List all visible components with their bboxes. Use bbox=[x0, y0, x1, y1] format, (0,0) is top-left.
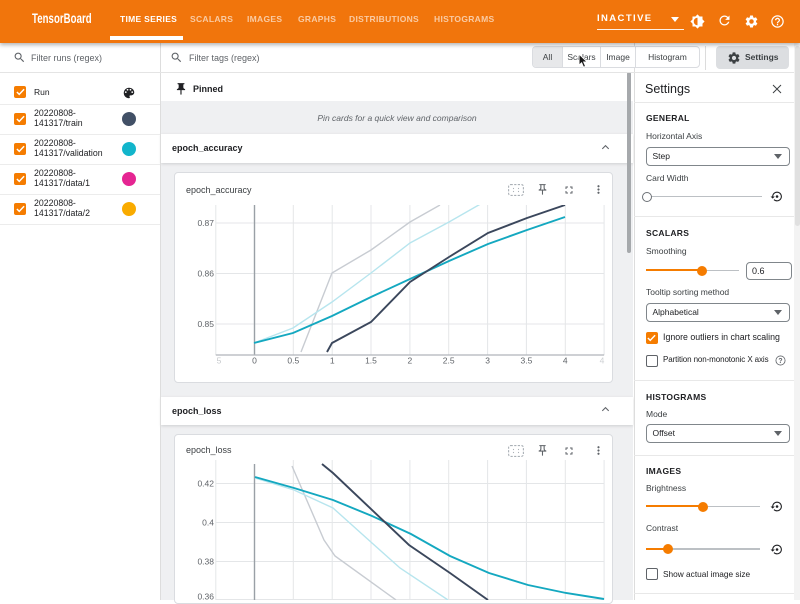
svg-text:2.5: 2.5 bbox=[443, 356, 455, 366]
svg-text:4: 4 bbox=[563, 356, 568, 366]
svg-text:0.5: 0.5 bbox=[287, 356, 299, 366]
svg-text:0.87: 0.87 bbox=[197, 218, 214, 228]
svg-text:5: 5 bbox=[217, 356, 222, 366]
svg-text:0.42: 0.42 bbox=[197, 479, 214, 489]
svg-text:1.5: 1.5 bbox=[365, 356, 377, 366]
svg-text:0.38: 0.38 bbox=[197, 557, 214, 567]
svg-text:2: 2 bbox=[408, 356, 413, 366]
svg-text:?: ? bbox=[778, 358, 782, 365]
svg-text:0: 0 bbox=[252, 356, 257, 366]
svg-text:0.85: 0.85 bbox=[197, 319, 214, 329]
svg-text:0.86: 0.86 bbox=[197, 269, 214, 279]
svg-text:3: 3 bbox=[485, 356, 490, 366]
svg-text:3.5: 3.5 bbox=[520, 356, 532, 366]
svg-text:0.36: 0.36 bbox=[197, 592, 214, 601]
svg-text:1: 1 bbox=[330, 356, 335, 366]
svg-text:4: 4 bbox=[600, 356, 605, 366]
svg-text:0.4: 0.4 bbox=[202, 518, 214, 528]
